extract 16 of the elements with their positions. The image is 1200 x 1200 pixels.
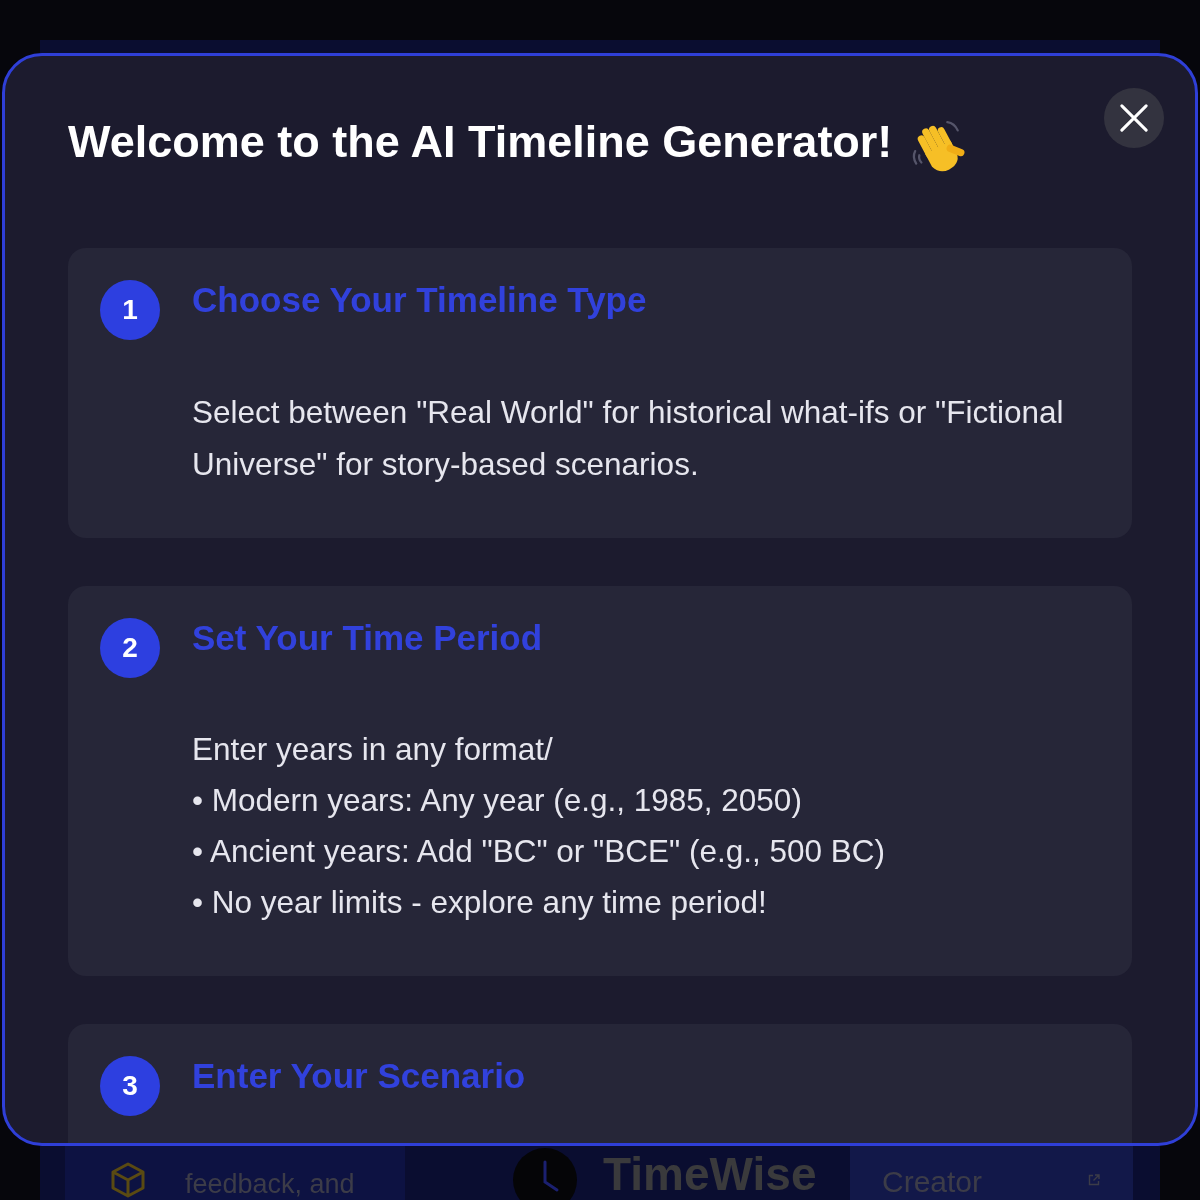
step-description: Enter years in any format/ bbox=[192, 730, 554, 769]
clock-logo-icon bbox=[513, 1148, 577, 1200]
step-description: • Ancient years: Add "BC" or "BCE" (e.g., 500 BC) bbox=[192, 832, 887, 871]
step-title: Set Your Time Period bbox=[192, 618, 544, 658]
step-number: 2 bbox=[100, 618, 160, 678]
step-number: 3 bbox=[100, 1056, 160, 1116]
cube-icon bbox=[110, 1162, 146, 1198]
step-title: Enter Your Scenario bbox=[192, 1056, 527, 1096]
step-title: Choose Your Timeline Type bbox=[192, 280, 648, 320]
step-number: 1 bbox=[100, 280, 160, 340]
step-description: • No year limits - explore any time period! bbox=[192, 883, 768, 922]
step-description: • Modern years: Any year (e.g., 1985, 2050) bbox=[192, 781, 803, 820]
dialog-title: Welcome to the AI Timeline Generator! bbox=[68, 116, 893, 168]
step-description: Select between "Real World" for historical what-ifs or "Fictional Universe" for story-based scenarios. bbox=[192, 393, 1065, 484]
external-link-icon bbox=[1088, 1174, 1100, 1186]
close-icon bbox=[1120, 104, 1148, 132]
